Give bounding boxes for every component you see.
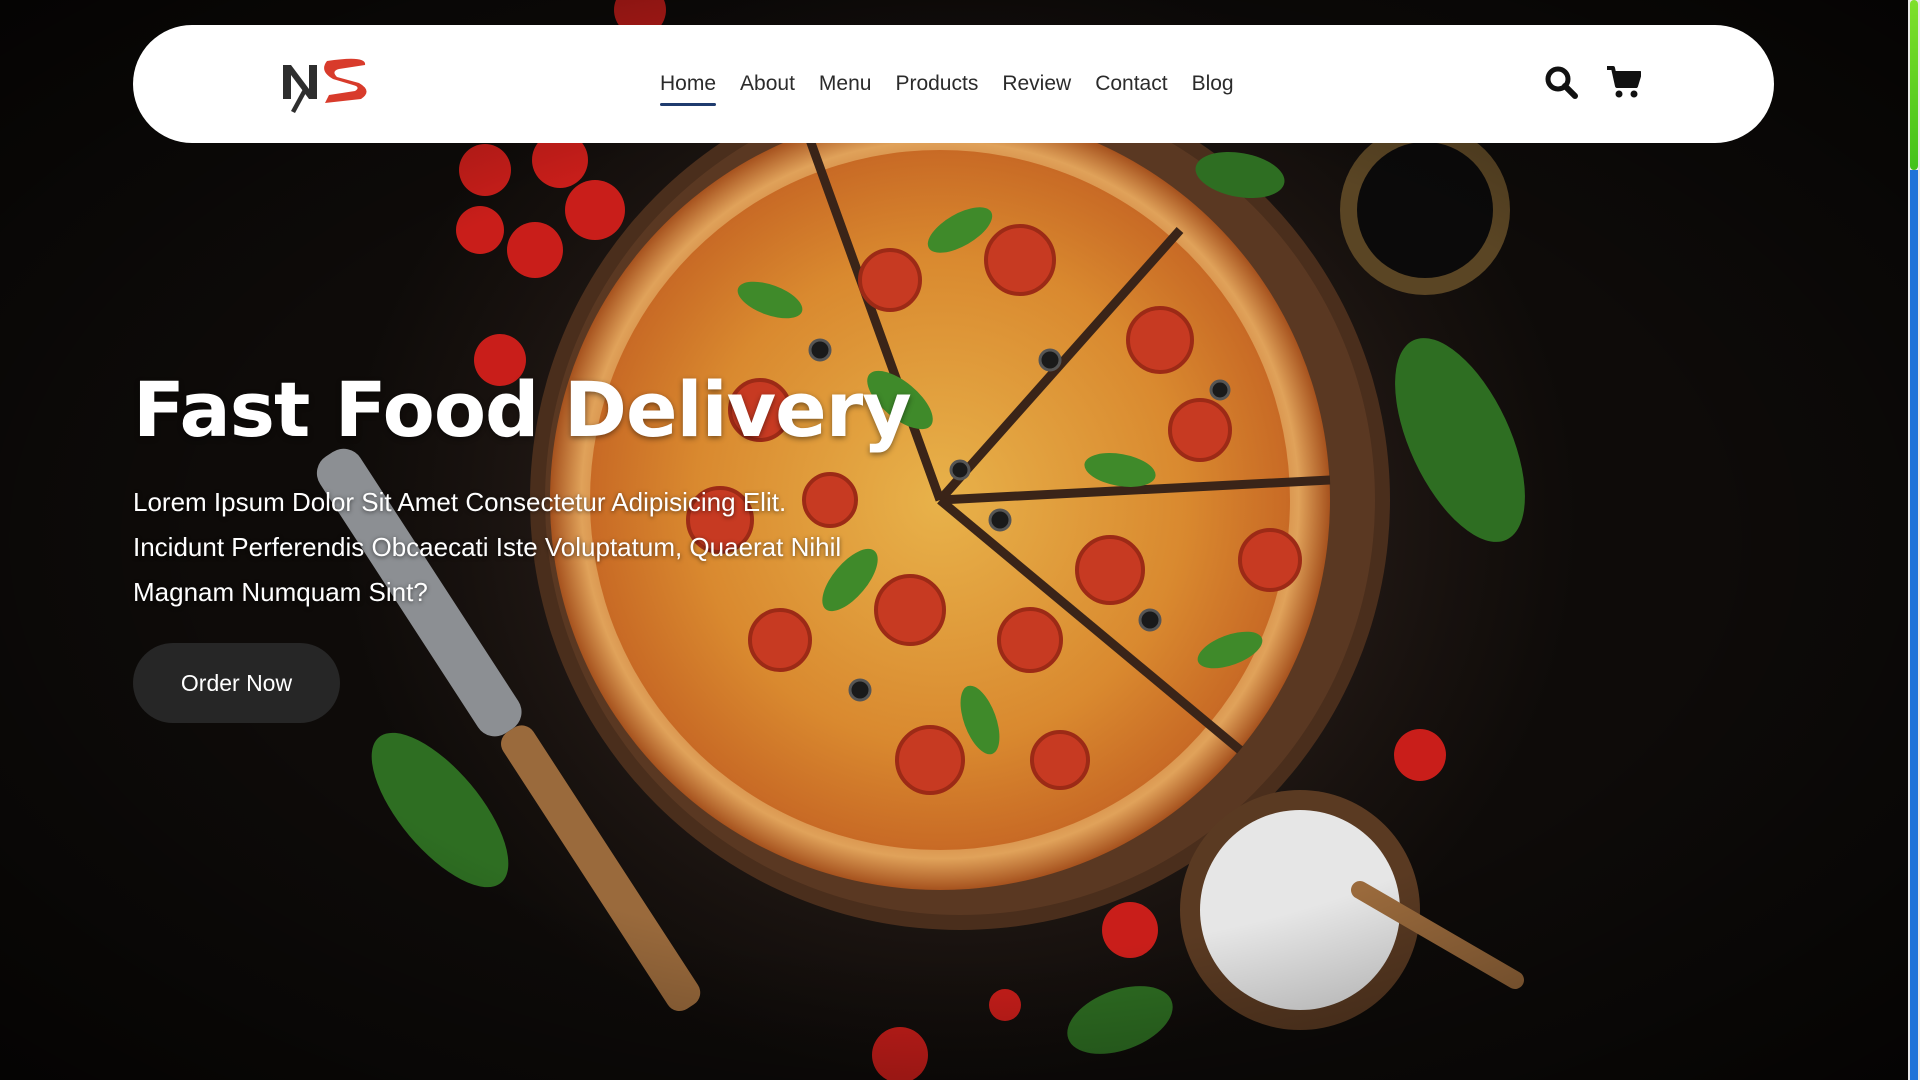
brand-logo[interactable] bbox=[279, 51, 371, 113]
page-scrollbar[interactable] bbox=[1908, 0, 1920, 1080]
cart-icon[interactable] bbox=[1605, 62, 1641, 102]
nav-menu: Home About Menu Products Review Contact … bbox=[648, 25, 1246, 143]
nav-link-about[interactable]: About bbox=[728, 64, 807, 104]
scrollbar-track-fill bbox=[1910, 170, 1918, 1080]
nav-link-blog[interactable]: Blog bbox=[1180, 64, 1246, 104]
order-now-button[interactable]: Order Now bbox=[133, 643, 340, 723]
nav-icon-group bbox=[1543, 62, 1641, 102]
navbar: Home About Menu Products Review Contact … bbox=[133, 25, 1774, 143]
hero-title: Fast Food Delivery bbox=[133, 365, 912, 454]
nav-link-home[interactable]: Home bbox=[648, 64, 728, 106]
scrollbar-thumb[interactable] bbox=[1910, 0, 1918, 170]
nav-link-products[interactable]: Products bbox=[883, 64, 990, 104]
nav-link-menu[interactable]: Menu bbox=[807, 64, 884, 104]
nav-link-review[interactable]: Review bbox=[990, 64, 1083, 104]
hero-description: Lorem Ipsum Dolor Sit Amet Consectetur A… bbox=[133, 487, 842, 607]
search-icon[interactable] bbox=[1543, 62, 1579, 102]
hero-section: Home About Menu Products Review Contact … bbox=[0, 0, 1920, 1080]
nav-link-contact[interactable]: Contact bbox=[1083, 64, 1179, 104]
